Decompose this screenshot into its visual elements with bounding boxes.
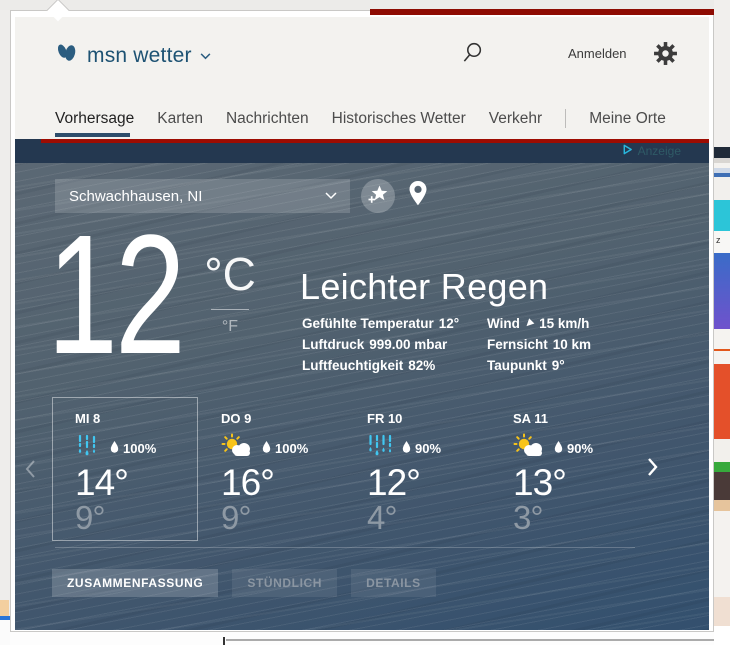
tab-vorhersage[interactable]: Vorhersage — [55, 110, 134, 128]
detail-pressure: Luftdruck 999.00 mbar — [302, 337, 448, 352]
gear-icon — [653, 42, 678, 70]
detail-wind: Wind ▶ 15 km/h — [487, 316, 590, 331]
high-temp: 14° — [75, 462, 129, 503]
logo-text: msn wetter — [87, 43, 192, 67]
forecast-divider — [55, 547, 635, 548]
weather-popup-window: msn wetter Anmelden Vorhersage Karten Na… — [10, 10, 714, 632]
forecast-day: DO 9 — [221, 411, 252, 426]
detail-humidity: Luftfeuchtigkeit 82% — [302, 358, 436, 373]
forecast-day: FR 10 — [367, 411, 403, 426]
background-page-header-edge — [370, 9, 714, 15]
droplet-icon — [402, 440, 411, 456]
tab-meine-orte[interactable]: Meine Orte — [589, 110, 666, 128]
rain-icon — [75, 432, 101, 464]
nav-divider — [565, 109, 567, 128]
forecast-card-mi8[interactable]: MI 8 100% 14° 9° — [52, 397, 198, 541]
background-window-fragment — [0, 620, 10, 645]
star-plus-icon — [367, 183, 389, 210]
carousel-prev-button[interactable] — [25, 459, 36, 484]
low-temp: 9° — [221, 499, 252, 536]
chevron-down-icon — [200, 47, 211, 65]
ad-label: Anzeige — [637, 144, 681, 158]
desktop-background-left — [0, 10, 10, 645]
background-page-edge: z — [714, 0, 730, 645]
rain-icon — [367, 432, 393, 464]
tab-stuendlich[interactable]: STÜNDLICH — [232, 569, 338, 597]
tab-historisches-wetter[interactable]: Historisches Wetter — [332, 110, 466, 128]
forecast-card-do9[interactable]: DO 9 100% 16° 9° — [198, 397, 344, 541]
butterfly-icon — [55, 40, 79, 71]
tab-nachrichten[interactable]: Nachrichten — [226, 110, 309, 128]
forecast-day: SA 11 — [513, 411, 548, 426]
precipitation: 90% — [554, 440, 593, 456]
background-window-edge — [226, 639, 714, 641]
unit-divider — [211, 309, 249, 310]
background-window-edge — [223, 637, 225, 645]
background-window-fragment — [0, 600, 9, 616]
signin-link[interactable]: Anmelden — [568, 46, 627, 61]
high-temp: 12° — [367, 462, 421, 503]
detail-dewpoint: Taupunkt 9° — [487, 358, 565, 373]
accent-red-line — [41, 139, 709, 143]
detail-feels-like: Gefühlte Temperatur 12° — [302, 316, 460, 331]
precipitation: 100% — [110, 440, 156, 456]
msn-logo[interactable]: msn wetter — [55, 40, 211, 71]
condition-details: Gefühlte Temperatur 12° Luftdruck 999.00… — [302, 316, 591, 373]
condition-text: Leichter Regen — [300, 266, 549, 307]
detect-location-button[interactable] — [405, 180, 431, 212]
forecast-card-fr10[interactable]: FR 10 90% 12° 4° — [344, 397, 490, 541]
main-nav: Vorhersage Karten Nachrichten Historisch… — [55, 109, 666, 128]
unit-fahrenheit[interactable]: °F — [201, 318, 259, 336]
low-temp: 4° — [367, 499, 398, 536]
chevron-down-icon — [325, 187, 337, 205]
search-button[interactable] — [461, 41, 487, 67]
page-header: msn wetter Anmelden Vorhersage Karten Na… — [15, 17, 709, 149]
high-temp: 13° — [513, 462, 567, 503]
tab-details[interactable]: DETAILS — [351, 569, 436, 597]
settings-button[interactable] — [653, 41, 679, 67]
unit-celsius: °C — [204, 248, 256, 300]
low-temp: 3° — [513, 499, 544, 536]
view-tabs: ZUSAMMENFASSUNG STÜNDLICH DETAILS — [52, 569, 436, 597]
ad-choices[interactable]: Anzeige — [622, 144, 681, 158]
sun-cloud-icon — [513, 433, 545, 464]
ad-play-icon — [622, 144, 633, 158]
active-tab-underline — [55, 133, 130, 137]
search-icon — [461, 42, 484, 68]
add-favorite-button[interactable] — [361, 179, 395, 213]
high-temp: 16° — [221, 462, 275, 503]
carousel-next-button[interactable] — [647, 457, 658, 482]
droplet-icon — [262, 440, 271, 456]
droplet-icon — [554, 440, 563, 456]
forecast-day: MI 8 — [75, 411, 101, 426]
low-temp: 9° — [75, 499, 106, 536]
location-pin-icon — [408, 180, 428, 213]
sun-cloud-icon — [221, 433, 253, 464]
forecast-card-sa11[interactable]: SA 11 90% 13° 3° — [490, 397, 636, 541]
unit-toggle[interactable]: °C °F — [201, 251, 259, 336]
tab-zusammenfassung[interactable]: ZUSAMMENFASSUNG — [52, 569, 219, 597]
precipitation: 100% — [262, 440, 308, 456]
tab-verkehr[interactable]: Verkehr — [489, 110, 542, 128]
tab-karten[interactable]: Karten — [157, 110, 203, 128]
forecast-carousel: MI 8 100% 14° 9° DO 9 100% 16° 9° FR 10 … — [52, 397, 636, 541]
current-temperature: 12 — [47, 200, 186, 390]
weather-panel: Schwachhausen, NI 12 °C °F Leichter Rege… — [15, 163, 709, 630]
detail-visibility: Fernsicht 10 km — [487, 337, 592, 352]
droplet-icon — [110, 440, 119, 456]
precipitation: 90% — [402, 440, 441, 456]
wind-direction-arrow-icon: ▶ — [522, 316, 537, 331]
background-text-fragment: z — [714, 231, 730, 253]
